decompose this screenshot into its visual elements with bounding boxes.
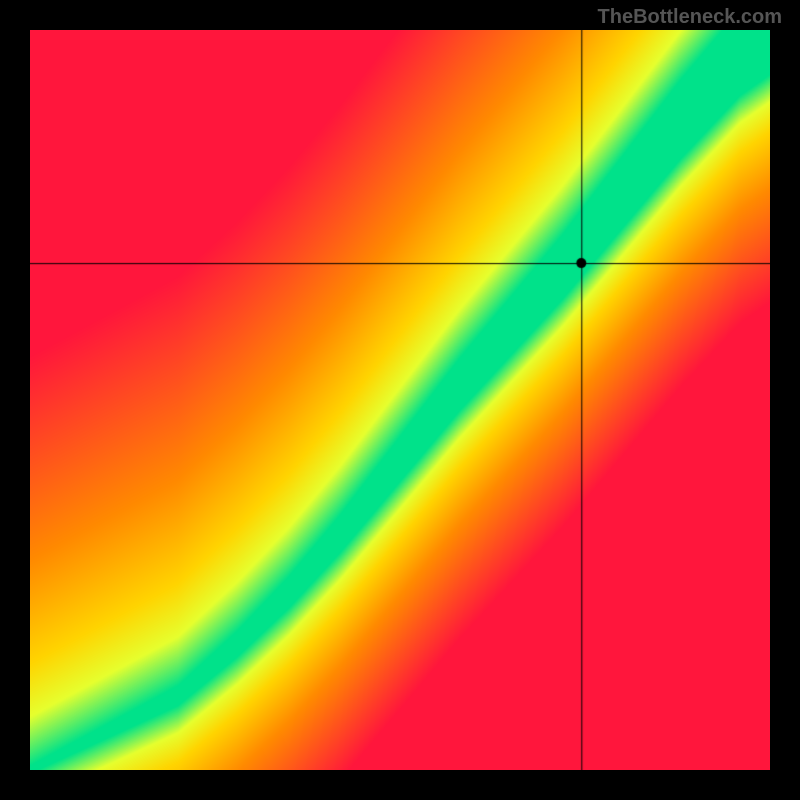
bottleneck-heatmap — [30, 30, 770, 770]
watermark-text: TheBottleneck.com — [598, 6, 782, 29]
chart-container: TheBottleneck.com — [0, 0, 800, 800]
